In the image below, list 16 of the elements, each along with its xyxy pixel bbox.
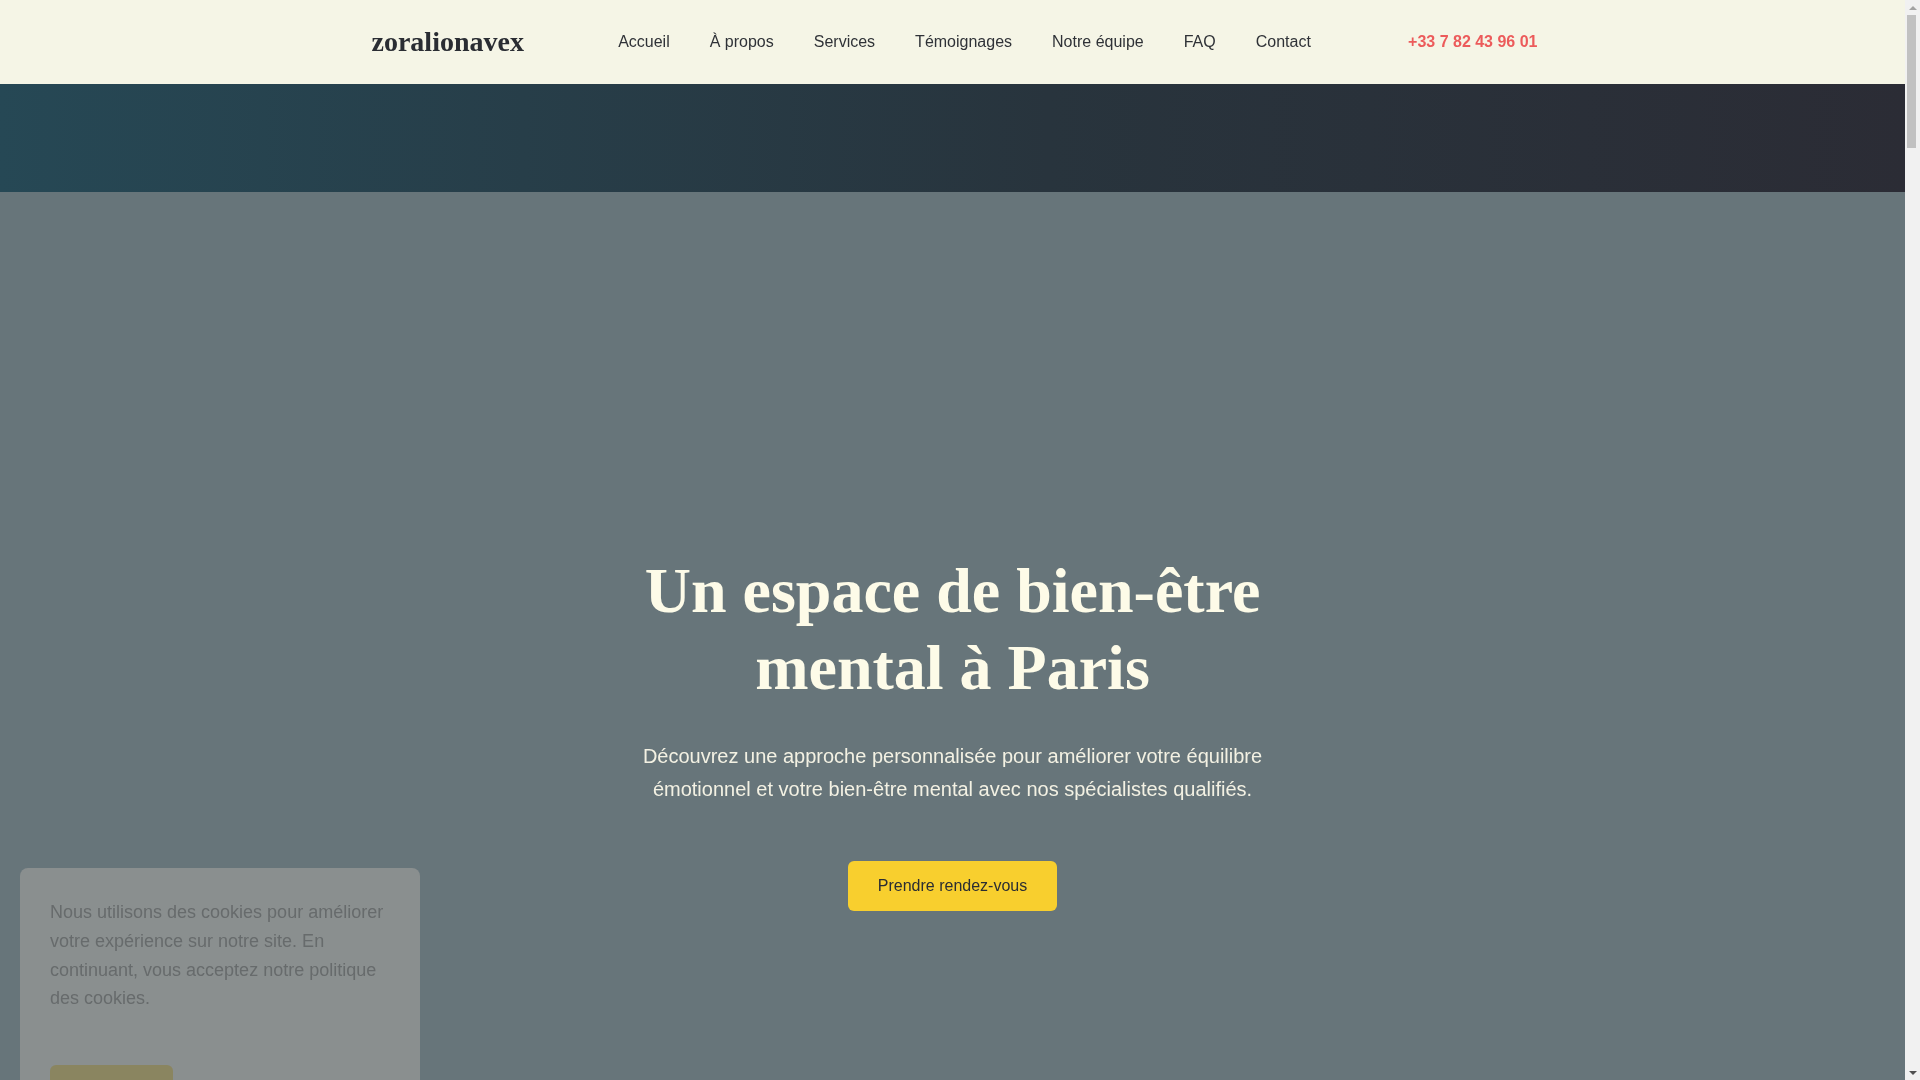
- site-logo[interactable]: zoralionavex: [371, 26, 524, 58]
- hero-title: Un espace de bien-être mental à Paris: [643, 554, 1262, 705]
- nav-link[interactable]: À propos: [709, 33, 774, 51]
- nav-link[interactable]: Témoignages: [915, 33, 1013, 51]
- nav-link[interactable]: Notre équipe: [1052, 33, 1144, 51]
- scrollbar-thumb[interactable]: [1907, 15, 1916, 148]
- scrollbar[interactable]: [1905, 0, 1920, 1080]
- nav-link[interactable]: Contact: [1255, 33, 1311, 51]
- down-arrow-icon[interactable]: [1908, 1070, 1917, 1075]
- hero-text: Découvrez une approche personnalisée pour améliorer votre équilibre émotionnel et votre bien-être mental avec nos spécialistes qualifiés.: [641, 743, 1264, 802]
- nav-link[interactable]: Services: [813, 33, 876, 51]
- appointment-button[interactable]: Prendre rendez-vous: [847, 860, 1058, 911]
- nav-link[interactable]: Accueil: [618, 33, 670, 51]
- up-arrow-icon[interactable]: [1908, 5, 1917, 10]
- cookie-button[interactable]: [50, 1065, 173, 1080]
- nav-link[interactable]: FAQ: [1183, 33, 1216, 51]
